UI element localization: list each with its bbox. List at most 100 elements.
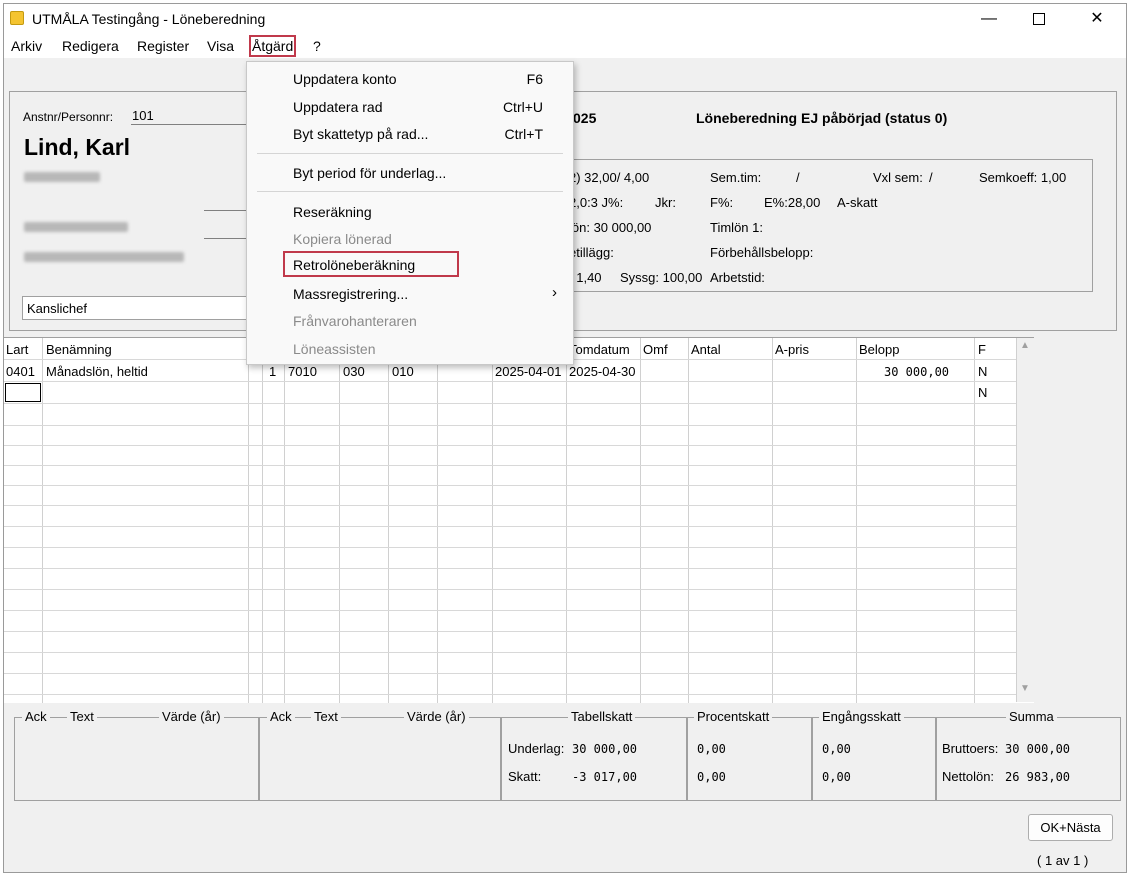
status-text: Löneberedning EJ påbörjad (status 0): [696, 110, 948, 126]
cell-tomdatum: 2025-04-30: [569, 364, 636, 379]
menu-bar: Arkiv Redigera Register Visa Åtgärd ?: [4, 34, 1126, 58]
col-header-benamning: Benämning: [46, 342, 112, 357]
info-semtim-value: /: [796, 170, 800, 185]
col-divider: [339, 338, 340, 703]
grid-scrollbar[interactable]: ▲ ▼: [1016, 338, 1034, 702]
minimize-button[interactable]: —: [966, 4, 1012, 34]
row-line: [4, 381, 1016, 382]
anstnr-field[interactable]: 101: [132, 108, 154, 123]
row-line: [4, 652, 1016, 653]
address-underline: [204, 210, 246, 211]
info-manadslon: lön: 30 000,00: [569, 220, 652, 235]
row-line: [4, 547, 1016, 548]
info-table-jpct: 2,0:3 J%:: [569, 195, 624, 210]
col-divider: [388, 338, 389, 703]
scroll-down-icon[interactable]: ▼: [1020, 683, 1030, 694]
cell-benamning: Månadslön, heltid: [46, 364, 148, 379]
cell-f: N: [978, 364, 988, 379]
ack-label-2: Ack: [267, 709, 295, 724]
info-vxlsem-label: Vxl sem:: [873, 170, 923, 185]
minimize-icon: —: [981, 10, 997, 27]
col-divider: [566, 338, 567, 703]
info-hours: 2) 32,00/ 4,00: [569, 170, 650, 185]
menu-item-label: Uppdatera rad: [293, 99, 383, 115]
bruttoers-label: Bruttoers:: [942, 741, 999, 756]
salary-rows-grid: Lart Benämning Tomdatum Omf Antal A-pris…: [4, 337, 1034, 703]
ack-label-1: Ack: [22, 709, 50, 724]
engangsskatt-skatt: 0,00: [822, 770, 851, 784]
col-header-antal: Antal: [691, 342, 721, 357]
menu-item-label: Reseräkning: [293, 204, 372, 220]
col-divider: [688, 338, 689, 703]
row-line: [4, 631, 1016, 632]
row-line: [4, 673, 1016, 674]
procentskatt-group: Procentskatt 0,00 0,00: [687, 709, 812, 801]
ok-next-button[interactable]: OK+Nästa: [1028, 814, 1113, 841]
scroll-up-icon[interactable]: ▲: [1020, 340, 1030, 351]
info-arbetstid: Arbetstid:: [710, 270, 765, 285]
info-timlon: Timlön 1:: [710, 220, 763, 235]
position-select[interactable]: Kanslichef: [22, 296, 248, 320]
col-divider: [640, 338, 641, 703]
menu-arkiv[interactable]: Arkiv: [11, 38, 42, 54]
window-title: UTMÅLA Testingång - Löneberedning: [32, 11, 266, 27]
row-line: [4, 694, 1016, 695]
varde-label-2: Värde (år): [404, 709, 469, 724]
nettolon-value: 26 983,00: [1005, 770, 1071, 784]
engangsskatt-group: Engångsskatt 0,00 0,00: [812, 709, 936, 801]
menu-item-label: Massregistrering...: [293, 286, 409, 302]
menu-visa[interactable]: Visa: [207, 38, 234, 54]
tabellskatt-skatt: -3 017,00: [572, 770, 638, 784]
atgard-dropdown-menu: Uppdatera konto F6 Uppdatera rad Ctrl+U …: [246, 61, 574, 365]
col-divider: [42, 338, 43, 703]
menu-help[interactable]: ?: [313, 38, 321, 54]
varde-label-1: Värde (år): [159, 709, 224, 724]
col-divider: [772, 338, 773, 703]
col-header-f: F: [978, 342, 986, 357]
menu-separator: [257, 153, 563, 154]
app-icon: [10, 11, 24, 25]
info-jkr: Jkr:: [655, 195, 676, 210]
cell-belopp: 30 000,00: [884, 365, 950, 379]
maximize-button[interactable]: [1016, 4, 1062, 34]
cell-lart: 0401: [6, 364, 35, 379]
menu-redigera[interactable]: Redigera: [62, 38, 119, 54]
ack-group-1: Ack Text Värde (år): [14, 709, 259, 801]
pager-text: ( 1 av 1 ): [1037, 853, 1089, 868]
info-epct: E%:28,00: [764, 195, 821, 210]
row-line: [4, 526, 1016, 527]
tabellskatt-underlag: 30 000,00: [572, 742, 638, 756]
menu-register[interactable]: Register: [137, 38, 189, 54]
close-button[interactable]: ✕: [1074, 4, 1120, 34]
menu-atgard[interactable]: Åtgärd: [248, 35, 297, 57]
cell-c3: 030: [343, 364, 365, 379]
info-vxlsem-value: /: [929, 170, 933, 185]
info-askatt: A-skatt: [837, 195, 878, 210]
text-label-2: Text: [311, 709, 341, 724]
redacted-bank-line: [24, 252, 184, 262]
col-divider: [856, 338, 857, 703]
text-label-1: Text: [67, 709, 97, 724]
row-line: [4, 610, 1016, 611]
bruttoers-value: 30 000,00: [1005, 742, 1071, 756]
col-divider: [262, 338, 263, 703]
menu-item-label: Frånvarohanteraren: [293, 313, 417, 329]
cell-c2: 7010: [288, 364, 317, 379]
menu-item-label: Kopiera lönerad: [293, 231, 392, 247]
ack-group-2: Ack Text Värde (år): [259, 709, 501, 801]
row-line: [4, 445, 1016, 446]
app-window: UTMÅLA Testingång - Löneberedning — ✕ Ar…: [3, 3, 1127, 873]
menu-item-retroloneberakning[interactable]: Retrolöneberäkning: [283, 251, 459, 277]
col-divider: [437, 338, 438, 703]
close-icon: ✕: [1090, 10, 1104, 27]
menu-item-label: Byt skattetyp på rad...: [293, 126, 429, 142]
col-divider: [492, 338, 493, 703]
active-cell[interactable]: [5, 383, 41, 402]
position-value: Kanslichef: [27, 301, 87, 316]
chevron-right-icon: ›: [552, 284, 557, 301]
col-header-apris: A-pris: [775, 342, 809, 357]
row-line: [4, 568, 1016, 569]
info-forbehallsbelopp: Förbehållsbelopp:: [710, 245, 814, 260]
cell-c4: 010: [392, 364, 414, 379]
employee-name: Lind, Karl: [24, 134, 131, 160]
